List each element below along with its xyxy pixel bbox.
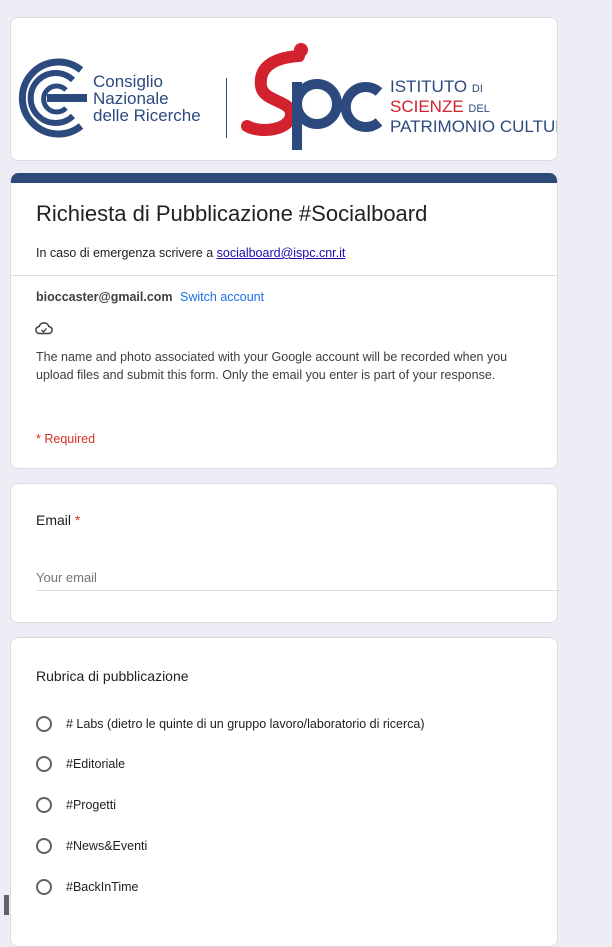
radio-button[interactable] bbox=[36, 756, 52, 772]
radio-button[interactable] bbox=[36, 797, 52, 813]
switch-account-link[interactable]: Switch account bbox=[180, 290, 264, 304]
contact-email-link[interactable]: socialboard@ispc.cnr.it bbox=[217, 246, 346, 260]
privacy-notice: The name and photo associated with your … bbox=[36, 350, 508, 382]
option-progetti[interactable]: #Progetti bbox=[36, 794, 116, 816]
ispc-wordmark: ISTITUTO DI SCIENZE DEL PATRIMONIO CULTU… bbox=[390, 77, 557, 136]
account-email: bioccaster@gmail.com bbox=[36, 290, 173, 304]
radio-button[interactable] bbox=[36, 879, 52, 895]
cnr-wordmark: Consiglio Nazionale delle Ricerche bbox=[93, 72, 201, 125]
option-backintime[interactable]: #BackInTime bbox=[36, 876, 138, 898]
email-question-card: Email * bbox=[10, 483, 562, 623]
option-labs[interactable]: # Labs (dietro le quinte di un gruppo la… bbox=[36, 713, 425, 735]
form-title: Richiesta di Pubblicazione #Socialboard bbox=[36, 201, 428, 226]
email-label: Email * bbox=[36, 512, 81, 528]
account-line: bioccaster@gmail.com Switch account bbox=[36, 290, 264, 304]
ispc-logo-icon bbox=[241, 43, 383, 150]
scrollbar-thumb[interactable] bbox=[4, 895, 9, 915]
rubrica-label: Rubrica di pubblicazione bbox=[36, 668, 189, 684]
cloud-save-icon bbox=[35, 322, 53, 335]
rubrica-question-card: Rubrica di pubblicazione # Labs (dietro … bbox=[10, 637, 558, 947]
form-description: In caso di emergenza scrivere a socialbo… bbox=[36, 246, 346, 260]
header-banner: Consiglio Nazionale delle Ricerche ISTIT… bbox=[10, 17, 558, 161]
form-header-card: Richiesta di Pubblicazione #Socialboard … bbox=[10, 173, 558, 469]
option-news-eventi[interactable]: #News&Eventi bbox=[36, 835, 147, 857]
radio-button[interactable] bbox=[36, 838, 52, 854]
accent-bar bbox=[11, 173, 557, 183]
cnr-logo-icon bbox=[18, 58, 87, 138]
section-divider bbox=[11, 275, 557, 276]
email-input[interactable] bbox=[36, 564, 562, 591]
logo-divider bbox=[226, 78, 227, 138]
option-editoriale[interactable]: #Editoriale bbox=[36, 753, 125, 775]
required-note: * Required bbox=[36, 432, 96, 446]
radio-button[interactable] bbox=[36, 716, 52, 732]
